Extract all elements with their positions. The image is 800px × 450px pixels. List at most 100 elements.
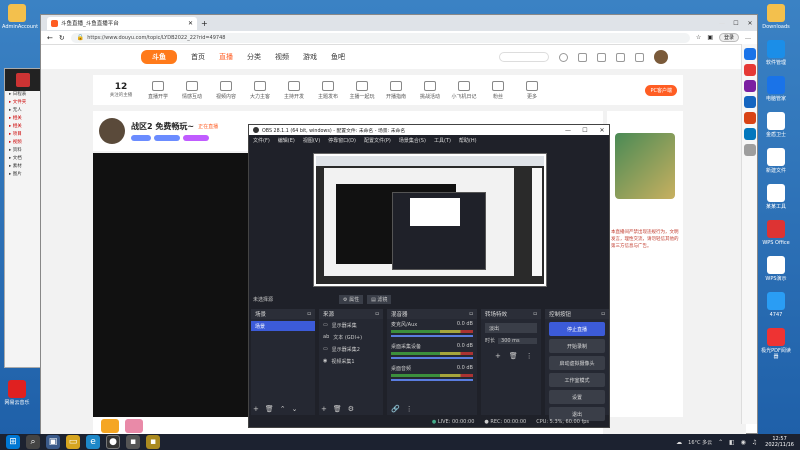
menu-docks[interactable]: 停靠窗口(D): [328, 137, 356, 144]
app-icon[interactable]: ▪: [126, 435, 140, 449]
app-icon[interactable]: ▪: [146, 435, 160, 449]
nav-category[interactable]: 分类: [247, 52, 261, 62]
reload-icon[interactable]: ↻: [59, 34, 65, 42]
desktop-icon-2[interactable]: 电脑管家: [761, 76, 791, 102]
menu-edit[interactable]: 编辑(E): [278, 137, 295, 144]
minimize-icon[interactable]: —: [715, 20, 729, 27]
settings-button[interactable]: 设置: [549, 390, 605, 404]
url-input[interactable]: 🔒 https://www.douyu.com/topic/LYDB2022_2…: [70, 32, 690, 43]
studio-mode-button[interactable]: 工作室模式: [549, 373, 605, 387]
office-icon[interactable]: [743, 112, 756, 124]
mixer-link-icon[interactable]: 🔗: [391, 405, 400, 413]
weather-text[interactable]: 16°C 多云: [688, 439, 712, 446]
menu-profile[interactable]: 配置文件(P): [364, 137, 391, 144]
start-icon[interactable]: ⊞: [6, 435, 20, 449]
desktop-icon-downloads[interactable]: Downloads: [761, 4, 791, 30]
task-view-icon[interactable]: ▣: [46, 435, 60, 449]
properties-button[interactable]: ⚙ 属性: [339, 294, 364, 304]
remove-scene-icon[interactable]: 🗑: [265, 405, 274, 413]
volume-slider[interactable]: [391, 379, 473, 381]
search-icon[interactable]: [743, 48, 756, 60]
panel-menu-icon[interactable]: ▫: [307, 311, 311, 317]
follow-count[interactable]: 12 关注的主播: [101, 82, 141, 98]
transition-more-icon[interactable]: ⋮: [526, 352, 533, 360]
source-item[interactable]: ab 文本 (GDI+): [319, 331, 383, 343]
pc-client-button[interactable]: PC客户端: [645, 84, 677, 96]
category-item-5[interactable]: 主题发布: [311, 80, 345, 100]
category-item-9[interactable]: 小飞机日记: [447, 80, 481, 100]
explorer-icon[interactable]: ▭: [66, 435, 80, 449]
virtual-camera-button[interactable]: 启动虚拟摄像头: [549, 356, 605, 370]
category-item-1[interactable]: 情感互动: [175, 80, 209, 100]
remove-source-icon[interactable]: 🗑: [333, 405, 342, 413]
search-input[interactable]: [499, 52, 549, 62]
desktop-icon-9[interactable]: 极光PDF阅读器: [761, 328, 791, 360]
shopping-icon[interactable]: [743, 64, 756, 76]
source-item[interactable]: ▭ 显示器采集2: [319, 343, 383, 355]
category-item-8[interactable]: 挑战活动: [413, 80, 447, 100]
close-window-icon[interactable]: ✕: [743, 20, 757, 27]
panel-menu-icon[interactable]: ▫: [533, 311, 537, 317]
obs-minimize-icon[interactable]: —: [561, 127, 575, 134]
add-scene-icon[interactable]: +: [253, 405, 259, 413]
transition-select[interactable]: 淡出: [485, 323, 537, 333]
stop-streaming-button[interactable]: 停止直播: [549, 322, 605, 336]
desktop-icon-wps[interactable]: WPS Office: [761, 220, 791, 246]
message-icon[interactable]: [597, 52, 606, 62]
maximize-icon[interactable]: ☐: [729, 20, 743, 27]
category-item-4[interactable]: 主持开发: [277, 80, 311, 100]
nav-game[interactable]: 游戏: [303, 52, 317, 62]
login-button[interactable]: 登录: [718, 33, 739, 42]
nav-video[interactable]: 视频: [275, 52, 289, 62]
collections-icon[interactable]: ▣: [707, 34, 713, 41]
search-icon[interactable]: ⌕: [26, 435, 40, 449]
obs-close-icon[interactable]: ✕: [595, 127, 609, 134]
add-icon[interactable]: [743, 144, 756, 156]
category-item-3[interactable]: 大力主客: [243, 80, 277, 100]
clock[interactable]: 12:57 2022/11/16: [765, 436, 794, 448]
volume-slider[interactable]: [391, 357, 473, 359]
category-item-7[interactable]: 开播指南: [379, 80, 413, 100]
close-tab-icon[interactable]: ✕: [188, 20, 193, 27]
menu-file[interactable]: 文件(F): [253, 137, 270, 144]
source-item[interactable]: ◉ 视频采集1: [319, 355, 383, 367]
menu-view[interactable]: 视图(V): [303, 137, 320, 144]
new-tab-icon[interactable]: +: [201, 19, 208, 28]
category-item-2[interactable]: 视频内容: [209, 80, 243, 100]
duration-input[interactable]: 300 ms: [498, 337, 537, 344]
obs-maximize-icon[interactable]: ☐: [578, 127, 592, 134]
start-recording-button[interactable]: 开始录制: [549, 339, 605, 353]
gift-icon[interactable]: [101, 419, 119, 433]
menu-scene-collection[interactable]: 场景集合(S): [399, 137, 426, 144]
panel-menu-icon[interactable]: ▫: [469, 311, 473, 317]
scene-item[interactable]: 场景: [251, 321, 315, 331]
category-item-0[interactable]: 直播开学: [141, 80, 175, 100]
category-item-10[interactable]: 粉丝: [481, 80, 515, 100]
desktop-icon-5[interactable]: 某某工具: [761, 184, 791, 210]
task-icon[interactable]: [616, 52, 625, 62]
nav-home[interactable]: 首页: [191, 52, 205, 62]
history-icon[interactable]: [559, 52, 568, 62]
desktop-icon-1[interactable]: 软件管理: [761, 40, 791, 66]
obs-icon[interactable]: ●: [106, 435, 120, 449]
panel-menu-icon[interactable]: ▫: [601, 311, 605, 317]
more-icon[interactable]: …: [745, 34, 751, 41]
panel-menu-icon[interactable]: ▫: [375, 311, 379, 317]
desktop-icon-7[interactable]: WPS演示: [761, 256, 791, 282]
outlook-icon[interactable]: [743, 128, 756, 140]
edge-icon[interactable]: e: [86, 435, 100, 449]
mixer-more-icon[interactable]: ⋮: [406, 405, 413, 413]
games-icon[interactable]: [743, 96, 756, 108]
menu-tools[interactable]: 工具(T): [434, 137, 451, 144]
desktop-icon-admin[interactable]: AdminAccount: [2, 4, 38, 30]
gift-icon[interactable]: [125, 419, 143, 433]
category-item-11[interactable]: 更多: [515, 80, 549, 100]
browser-tab[interactable]: 斗鱼直播_斗鱼直播平台 ✕: [47, 16, 197, 30]
follow-icon[interactable]: [578, 52, 587, 62]
tray-icons[interactable]: ⌃ ◧ ◉ ♫: [718, 439, 759, 446]
douyu-logo[interactable]: 斗鱼: [141, 50, 177, 64]
desktop-icon-3[interactable]: 金盾卫士: [761, 112, 791, 138]
remove-transition-icon[interactable]: 🗑: [509, 352, 518, 360]
game-poster[interactable]: [615, 133, 675, 199]
volume-slider[interactable]: [391, 335, 473, 337]
